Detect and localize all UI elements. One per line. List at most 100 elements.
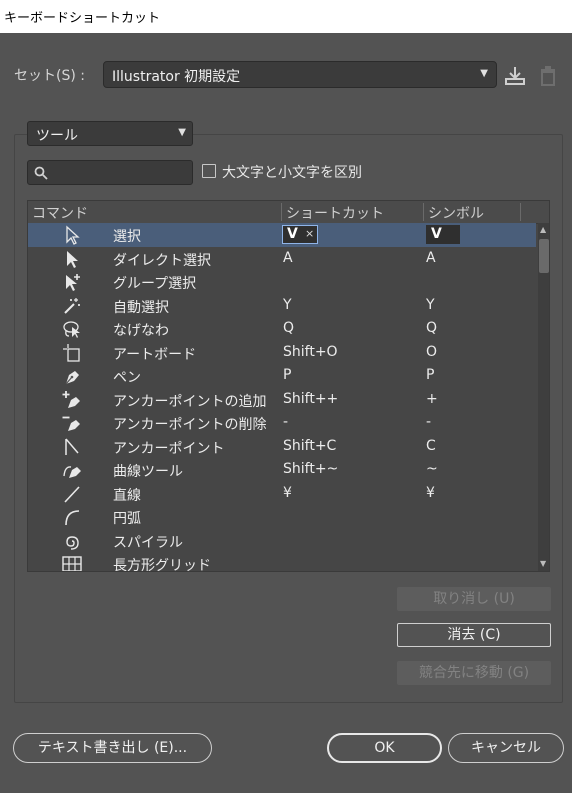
- window-title: キーボードショートカット: [4, 11, 161, 26]
- symbol-cell: C: [426, 437, 436, 454]
- table-row[interactable]: ペン P P: [28, 364, 536, 388]
- search-input[interactable]: [27, 160, 193, 185]
- symbol-cell: ¥: [426, 484, 435, 501]
- case-sensitive-checkbox[interactable]: [202, 164, 216, 178]
- shortcut-cell: Shift+~: [283, 461, 339, 477]
- lasso-icon: [63, 321, 80, 338]
- command-cell: 直線: [113, 487, 141, 504]
- shortcut-cell: Q: [283, 320, 295, 336]
- table-row[interactable]: アンカーポイント Shift+C C: [28, 435, 536, 459]
- selection-arrow-icon: [66, 225, 80, 245]
- group-selection-arrow-icon: [66, 274, 80, 291]
- table-row[interactable]: 自動選択 Y Y: [28, 294, 536, 318]
- clear-button[interactable]: 消去 (C): [397, 623, 551, 647]
- table-row[interactable]: 直線 ¥ ¥: [28, 482, 536, 506]
- go-to-conflict-button[interactable]: 競合先に移動 (G): [397, 661, 551, 685]
- case-sensitive-label: 大文字と小文字を区別: [222, 165, 362, 181]
- direct-selection-arrow-icon: [67, 250, 78, 268]
- set-dropdown-value: Illustrator 初期設定: [112, 69, 241, 85]
- line-segment-icon: [64, 485, 80, 503]
- shortcut-cell: Y: [283, 296, 292, 313]
- undo-button[interactable]: 取り消し (U): [397, 587, 551, 611]
- symbol-cell: A: [426, 249, 436, 266]
- table-row[interactable]: アンカーポイントの削除 - -: [28, 411, 536, 435]
- command-cell: 自動選択: [113, 299, 169, 316]
- command-cell: アートボード: [113, 346, 197, 363]
- ok-button[interactable]: OK: [327, 733, 442, 763]
- symbol-cell: Y: [426, 296, 435, 313]
- table-row[interactable]: グループ選択: [28, 270, 536, 294]
- shortcut-cell: Shift+O: [283, 343, 338, 360]
- chevron-down-icon: ▼: [178, 127, 186, 138]
- artboard-icon: [63, 343, 80, 362]
- symbol-cell: ~: [426, 461, 438, 477]
- command-cell: 円弧: [113, 511, 141, 527]
- symbol-cell: -: [426, 414, 432, 430]
- column-divider: [423, 203, 424, 221]
- table-row[interactable]: 長方形グリッド: [28, 552, 536, 572]
- column-divider: [520, 203, 521, 221]
- table-row[interactable]: 選択 V × V: [28, 223, 536, 247]
- curvature-icon: [63, 466, 81, 478]
- add-anchor-point-icon: [62, 390, 80, 408]
- shortcut-cell: Shift+C: [283, 437, 337, 454]
- command-cell: なげなわ: [113, 323, 169, 339]
- command-cell: 長方形グリッド: [113, 558, 211, 572]
- pen-icon: [65, 371, 79, 385]
- spiral-icon: [66, 535, 79, 550]
- shortcut-cell: Shift++: [283, 390, 339, 407]
- shortcut-edit-value: V: [287, 226, 298, 242]
- symbol-cell: O: [426, 343, 438, 360]
- table-scrollbar[interactable]: [538, 223, 549, 571]
- category-dropdown-value: ツール: [36, 128, 78, 144]
- column-header-symbol[interactable]: シンボル: [428, 203, 484, 223]
- shortcut-cell: A: [283, 249, 293, 266]
- table-row[interactable]: アートボード Shift+O O: [28, 341, 536, 365]
- command-cell: アンカーポイントの追加: [113, 393, 267, 410]
- search-icon: [34, 166, 48, 180]
- table-row[interactable]: ダイレクト選択 A A: [28, 247, 536, 271]
- command-cell: アンカーポイント: [113, 440, 225, 457]
- shortcut-cell: -: [283, 414, 289, 430]
- column-header-shortcut[interactable]: ショートカット: [286, 203, 384, 223]
- symbol-edit-field[interactable]: V: [426, 225, 460, 244]
- scrollbar-thumb[interactable]: [539, 239, 549, 273]
- rectangular-grid-icon: [62, 556, 82, 571]
- column-header-command[interactable]: コマンド: [32, 203, 88, 223]
- set-dropdown[interactable]: Illustrator 初期設定 ▼: [103, 61, 497, 88]
- shortcut-cell: ¥: [283, 484, 292, 501]
- scroll-up-icon[interactable]: ▲: [540, 225, 546, 234]
- command-cell: スパイラル: [113, 534, 183, 551]
- table-row[interactable]: なげなわ Q Q: [28, 317, 536, 341]
- shortcut-table: コマンド ショートカット シンボル 選択 V × V ダイレクト選択 A A グ…: [27, 200, 550, 572]
- command-cell: グループ選択: [113, 276, 197, 292]
- symbol-cell: +: [426, 390, 438, 407]
- clear-shortcut-icon[interactable]: ×: [305, 227, 314, 240]
- delete-anchor-point-icon: [62, 416, 80, 431]
- shortcut-cell: P: [283, 367, 292, 383]
- export-text-button[interactable]: テキスト書き出し (E)...: [13, 733, 212, 763]
- shortcut-edit-field[interactable]: V ×: [282, 225, 318, 244]
- trash-icon[interactable]: [540, 66, 556, 86]
- scroll-down-icon[interactable]: ▼: [540, 559, 546, 568]
- anchor-point-icon: [65, 438, 79, 455]
- table-header: コマンド ショートカット シンボル: [28, 201, 549, 224]
- table-row[interactable]: スパイラル: [28, 529, 536, 553]
- column-divider: [281, 203, 282, 221]
- table-row[interactable]: 曲線ツール Shift+~ ~: [28, 458, 536, 482]
- command-cell: ペン: [113, 370, 141, 386]
- category-dropdown[interactable]: ツール ▼: [27, 121, 193, 146]
- title-bar: キーボードショートカット: [0, 0, 572, 33]
- table-row[interactable]: アンカーポイントの追加 Shift++ +: [28, 388, 536, 412]
- magic-wand-icon: [64, 297, 80, 314]
- table-row[interactable]: 円弧: [28, 505, 536, 529]
- symbol-edit-value: V: [431, 226, 442, 242]
- chevron-down-icon: ▼: [480, 68, 488, 79]
- symbol-cell: P: [426, 367, 435, 383]
- command-cell: アンカーポイントの削除: [113, 417, 267, 433]
- cancel-button[interactable]: キャンセル: [448, 733, 564, 763]
- set-label: セット(S) :: [14, 68, 85, 84]
- arc-icon: [65, 510, 80, 526]
- symbol-cell: Q: [426, 320, 438, 336]
- download-icon[interactable]: [505, 66, 525, 86]
